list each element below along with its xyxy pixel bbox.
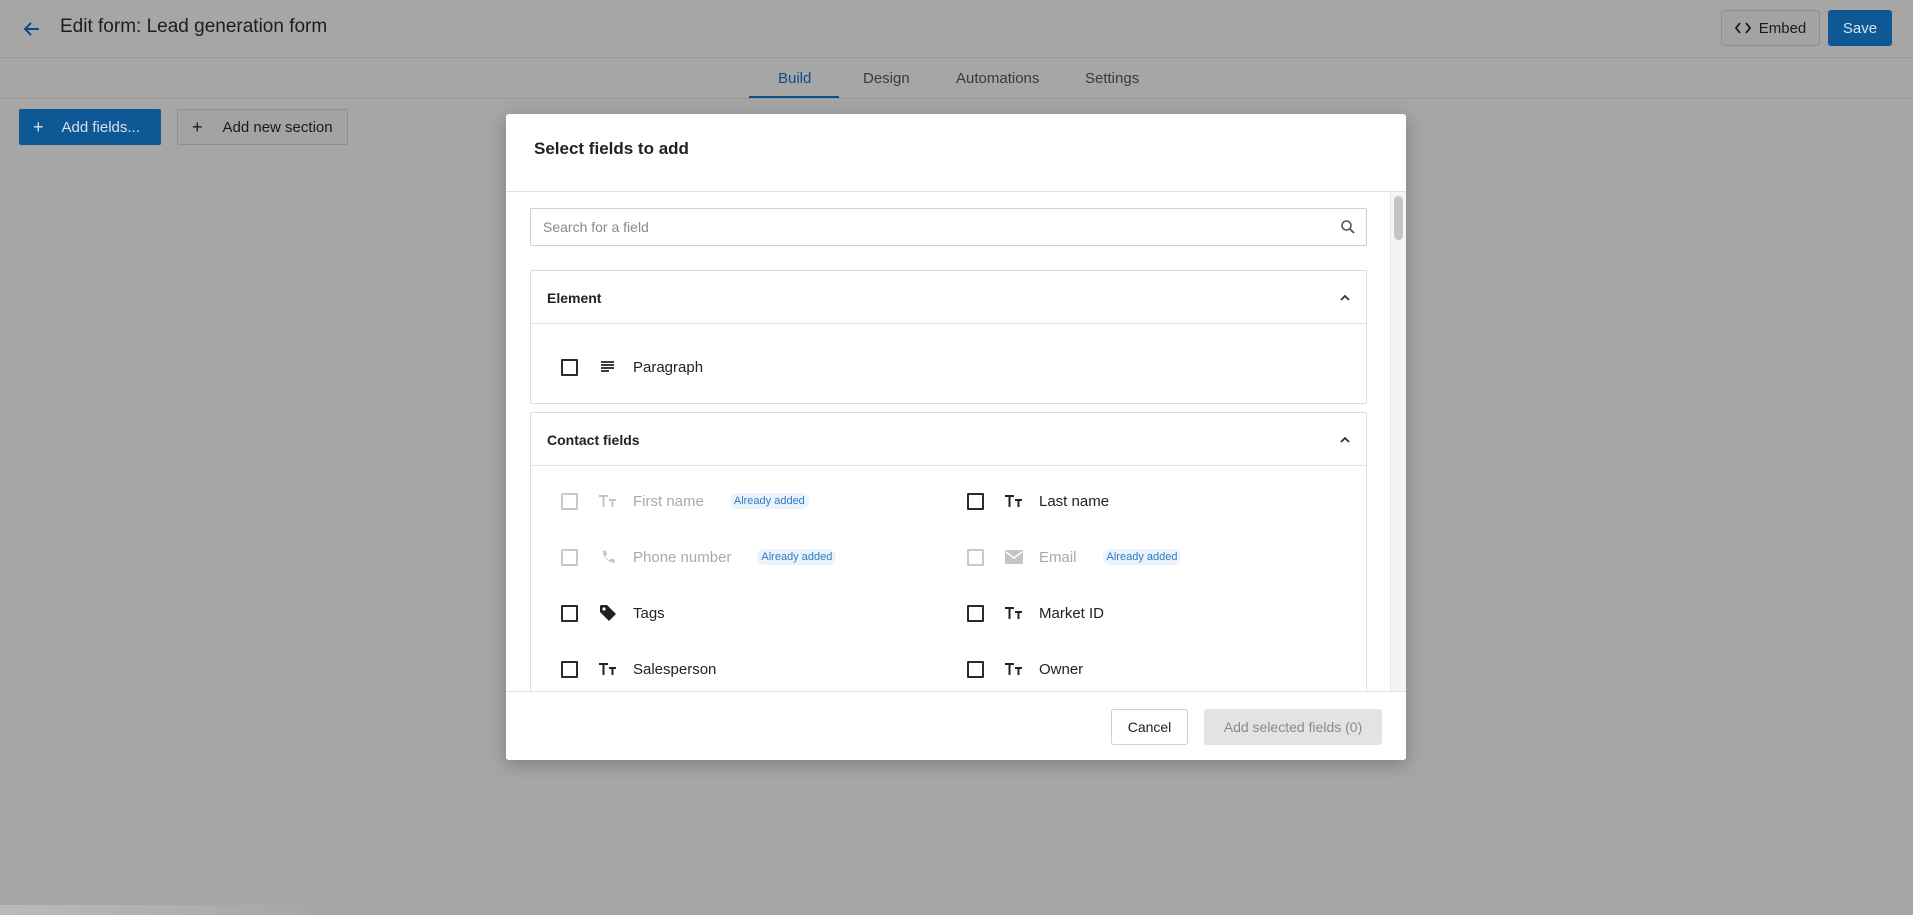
phone-icon — [598, 547, 618, 567]
checkbox — [561, 492, 578, 510]
section-contact-fields: Contact fields First name Already added … — [530, 412, 1367, 712]
tab-automations[interactable]: Automations — [956, 70, 1039, 87]
field-salesperson[interactable]: Salesperson — [561, 657, 716, 681]
paragraph-icon — [598, 357, 618, 377]
add-section-label: Add new section — [222, 118, 333, 136]
tab-design[interactable]: Design — [863, 70, 910, 87]
embed-label: Embed — [1758, 19, 1807, 37]
chevron-up-icon[interactable] — [1338, 433, 1352, 447]
checkbox[interactable] — [561, 358, 578, 376]
field-email: Email Already added — [967, 545, 1182, 569]
save-button[interactable]: Save — [1828, 10, 1892, 46]
field-label: Salesperson — [633, 660, 717, 678]
cancel-button[interactable]: Cancel — [1111, 709, 1188, 745]
tab-build[interactable]: Build — [778, 70, 811, 87]
field-label: Tags — [633, 604, 665, 622]
tab-settings[interactable]: Settings — [1085, 70, 1139, 87]
checkbox[interactable] — [561, 660, 578, 678]
text-field-icon — [1004, 659, 1024, 679]
add-fields-label: Add fields... — [61, 118, 140, 136]
page-title: Edit form: Lead generation form — [60, 16, 328, 37]
checkbox — [967, 548, 984, 566]
checkbox[interactable] — [967, 604, 984, 622]
field-paragraph[interactable]: Paragraph — [561, 355, 703, 379]
embed-button[interactable]: Embed — [1721, 10, 1820, 46]
field-owner[interactable]: Owner — [967, 657, 1083, 681]
section-header[interactable]: Element — [531, 271, 1366, 324]
field-label: Owner — [1039, 660, 1084, 678]
already-added-badge: Already added — [729, 493, 809, 509]
page-edge — [0, 905, 320, 915]
field-tags[interactable]: Tags — [561, 601, 665, 625]
checkbox — [561, 548, 578, 566]
dialog-title: Select fields to add — [534, 139, 689, 158]
field-label: Last name — [1039, 492, 1110, 510]
tab-bar: Build Design Automations Settings — [0, 58, 1913, 99]
divider — [506, 691, 1406, 692]
field-label: Email — [1039, 548, 1077, 566]
text-field-icon — [598, 491, 618, 511]
add-selected-fields-button[interactable]: Add selected fields (0) — [1204, 709, 1382, 745]
field-label: Paragraph — [633, 358, 704, 376]
text-field-icon — [1004, 491, 1024, 511]
field-first-name: First name Already added — [561, 489, 809, 513]
search-field[interactable] — [530, 208, 1367, 246]
scrollbar[interactable] — [1390, 192, 1406, 691]
chevron-up-icon[interactable] — [1338, 291, 1352, 305]
field-label: First name — [633, 492, 704, 510]
already-added-badge: Already added — [1102, 549, 1182, 565]
field-label: Phone number — [633, 548, 732, 566]
tag-icon — [598, 603, 618, 623]
scrollbar-thumb[interactable] — [1394, 196, 1403, 240]
email-icon — [1004, 547, 1024, 567]
back-button[interactable] — [18, 15, 46, 43]
search-icon — [1341, 220, 1355, 234]
section-title: Contact fields — [547, 432, 640, 448]
text-field-icon — [1004, 603, 1024, 623]
add-fields-button[interactable]: + Add fields... — [19, 109, 161, 145]
field-phone-number: Phone number Already added — [561, 545, 837, 569]
checkbox[interactable] — [561, 604, 578, 622]
active-tab-indicator — [749, 96, 839, 98]
code-icon — [1734, 22, 1751, 34]
search-input[interactable] — [543, 219, 1323, 235]
arrow-left-icon — [23, 22, 39, 36]
select-fields-dialog: Select fields to add Element Paragraph C… — [506, 114, 1406, 760]
checkbox[interactable] — [967, 492, 984, 510]
section-title: Element — [547, 290, 602, 306]
top-bar: Edit form: Lead generation form Embed Sa… — [0, 0, 1913, 58]
divider — [506, 191, 1406, 192]
checkbox[interactable] — [967, 660, 984, 678]
plus-icon: + — [33, 117, 44, 137]
field-label: Market ID — [1039, 604, 1105, 622]
field-last-name[interactable]: Last name — [967, 489, 1109, 513]
add-section-button[interactable]: + Add new section — [177, 109, 348, 145]
already-added-badge: Already added — [757, 549, 837, 565]
section-header[interactable]: Contact fields — [531, 413, 1366, 466]
field-market-id[interactable]: Market ID — [967, 601, 1104, 625]
section-element: Element Paragraph — [530, 270, 1367, 404]
text-field-icon — [598, 659, 618, 679]
plus-icon: + — [192, 117, 203, 137]
